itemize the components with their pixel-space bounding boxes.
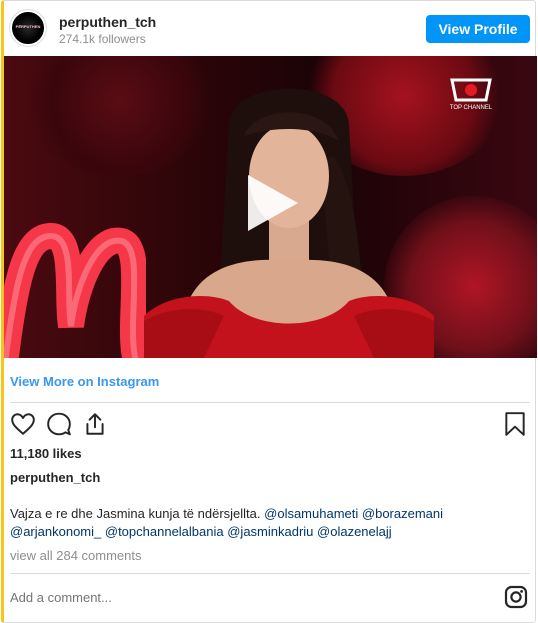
neon-n-sign — [4, 222, 146, 358]
view-profile-button[interactable]: View Profile — [426, 15, 530, 43]
view-all-comments-link[interactable]: view all 284 comments — [10, 548, 142, 563]
avatar[interactable]: PËRPUTHEN — [10, 10, 46, 46]
mention-link[interactable]: @arjankonomi_ — [10, 524, 101, 539]
caption: Vajza e re dhe Jasmina kunja të ndërsjel… — [10, 505, 530, 541]
caption-text: Vajza e re dhe Jasmina kunja të ndërsjel… — [10, 506, 261, 521]
mention-link[interactable]: @olazenelajj — [317, 524, 392, 539]
caption-username[interactable]: perputhen_tch — [10, 470, 100, 485]
share-icon[interactable] — [82, 411, 108, 437]
post-header: PËRPUTHEN perputhen_tch 274.1k followers… — [4, 1, 535, 56]
username[interactable]: perputhen_tch — [59, 14, 156, 30]
video-thumbnail[interactable]: TOP CHANNEL — [4, 56, 537, 358]
bookmark-icon[interactable] — [502, 411, 528, 437]
instagram-icon[interactable] — [504, 585, 528, 609]
divider — [10, 573, 530, 574]
avatar-logo-text: PËRPUTHEN — [15, 24, 41, 29]
mention-link[interactable]: @olsamuhameti — [264, 506, 358, 521]
view-more-link[interactable]: View More on Instagram — [10, 374, 159, 389]
mention-link[interactable]: @borazemani — [362, 506, 443, 521]
followers-count: 274.1k followers — [59, 32, 146, 46]
add-comment-input[interactable] — [10, 590, 490, 605]
divider — [10, 402, 530, 403]
mention-link[interactable]: @jasminkadriu — [227, 524, 313, 539]
likes-count[interactable]: 11,180 likes — [10, 446, 82, 461]
play-icon[interactable] — [240, 171, 304, 235]
logo-text: TOP CHANNEL — [450, 105, 493, 111]
instagram-embed: PËRPUTHEN perputhen_tch 274.1k followers… — [1, 0, 537, 623]
comment-icon[interactable] — [46, 411, 72, 437]
action-bar — [4, 409, 535, 439]
top-channel-logo: TOP CHANNEL — [450, 78, 493, 111]
mention-link[interactable]: @topchannelalbania — [105, 524, 224, 539]
heart-icon[interactable] — [10, 411, 36, 437]
